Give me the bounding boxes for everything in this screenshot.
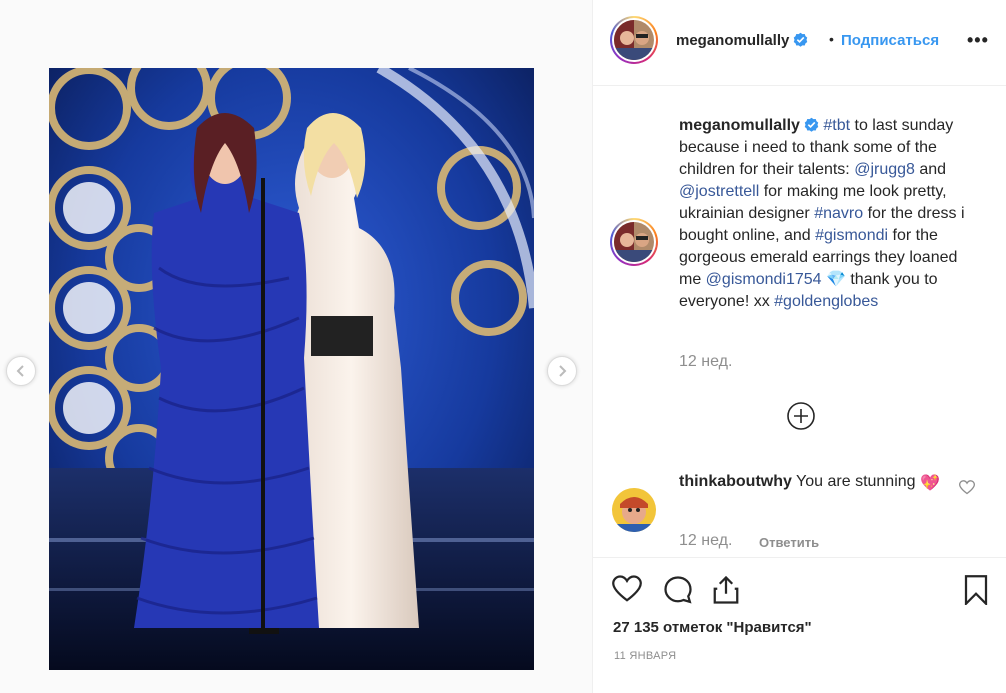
avatar-photo: [612, 488, 656, 532]
comment-like-button[interactable]: [958, 480, 976, 500]
caption-tag-link[interactable]: #navro: [814, 205, 863, 222]
avatar-photo: [614, 222, 654, 262]
prev-arrow-button[interactable]: [6, 356, 36, 386]
load-more-comments-button[interactable]: [786, 401, 816, 431]
like-button[interactable]: [612, 575, 642, 608]
caption-username[interactable]: meganomullally: [679, 117, 800, 134]
post-header: meganomullally • Подписаться •••: [593, 0, 1006, 86]
comment-icon: [664, 576, 692, 604]
bookmark-icon: [964, 575, 988, 607]
post-actions: 27 135 отметок "Нравится" 11 ЯНВАРЯ: [593, 557, 1006, 693]
verified-badge-icon: [794, 32, 808, 47]
caption-body: #tbt to last sunday because i need to th…: [679, 117, 965, 310]
header-username[interactable]: meganomullally: [676, 32, 808, 49]
caption-tag-link[interactable]: @gismondi1754: [706, 271, 822, 288]
heart-icon: [612, 575, 642, 602]
avatar[interactable]: [610, 16, 658, 64]
comment-avatar[interactable]: [612, 488, 656, 532]
comment-body: You are stunning: [796, 473, 916, 490]
share-button[interactable]: [711, 575, 741, 610]
comment-text: thinkaboutwhy You are stunning 💖: [679, 471, 949, 495]
comment-username[interactable]: thinkaboutwhy: [679, 473, 792, 490]
chevron-right-icon: [559, 365, 567, 377]
sparkling-heart-icon: 💖: [920, 475, 940, 492]
caption-tag-link[interactable]: #goldenglobes: [774, 293, 878, 310]
verified-badge-icon: [804, 117, 819, 132]
post-photo[interactable]: [49, 68, 534, 670]
caption-tag-link[interactable]: #gismondi: [815, 227, 888, 244]
bookmark-button[interactable]: [963, 575, 989, 610]
likes-count[interactable]: 27 135 отметок "Нравится": [613, 619, 812, 636]
caption-tag-link[interactable]: @jrugg8: [854, 161, 915, 178]
avatar-photo: [614, 20, 654, 60]
caption-text: meganomullally #tbt to last sunday becau…: [679, 115, 979, 313]
post-date[interactable]: 11 ЯНВАРЯ: [614, 650, 676, 662]
more-options-button[interactable]: •••: [967, 30, 989, 51]
reply-button[interactable]: Ответить: [759, 535, 819, 550]
comments-list[interactable]: meganomullally #tbt to last sunday becau…: [593, 87, 1006, 557]
comment-button[interactable]: [663, 575, 693, 610]
caption-avatar[interactable]: [610, 218, 658, 266]
plus-circle-icon: [787, 402, 815, 430]
chevron-left-icon: [16, 365, 24, 377]
follow-button[interactable]: Подписаться: [841, 32, 939, 49]
comment-timestamp[interactable]: 12 нед.: [679, 532, 732, 550]
caption-tag-link[interactable]: @jostrettell: [679, 183, 759, 200]
share-icon: [713, 575, 739, 604]
post-photo-art: [49, 68, 534, 670]
caption-timestamp[interactable]: 12 нед.: [679, 353, 732, 371]
caption-tag-link[interactable]: #tbt: [823, 117, 850, 134]
next-arrow-button[interactable]: [547, 356, 577, 386]
heart-outline-icon: [958, 480, 976, 495]
media-area: [0, 0, 592, 693]
post-panel: meganomullally • Подписаться ••• meganom…: [592, 0, 1006, 693]
caption-text-part: and: [914, 161, 947, 178]
separator-dot: •: [829, 31, 834, 47]
